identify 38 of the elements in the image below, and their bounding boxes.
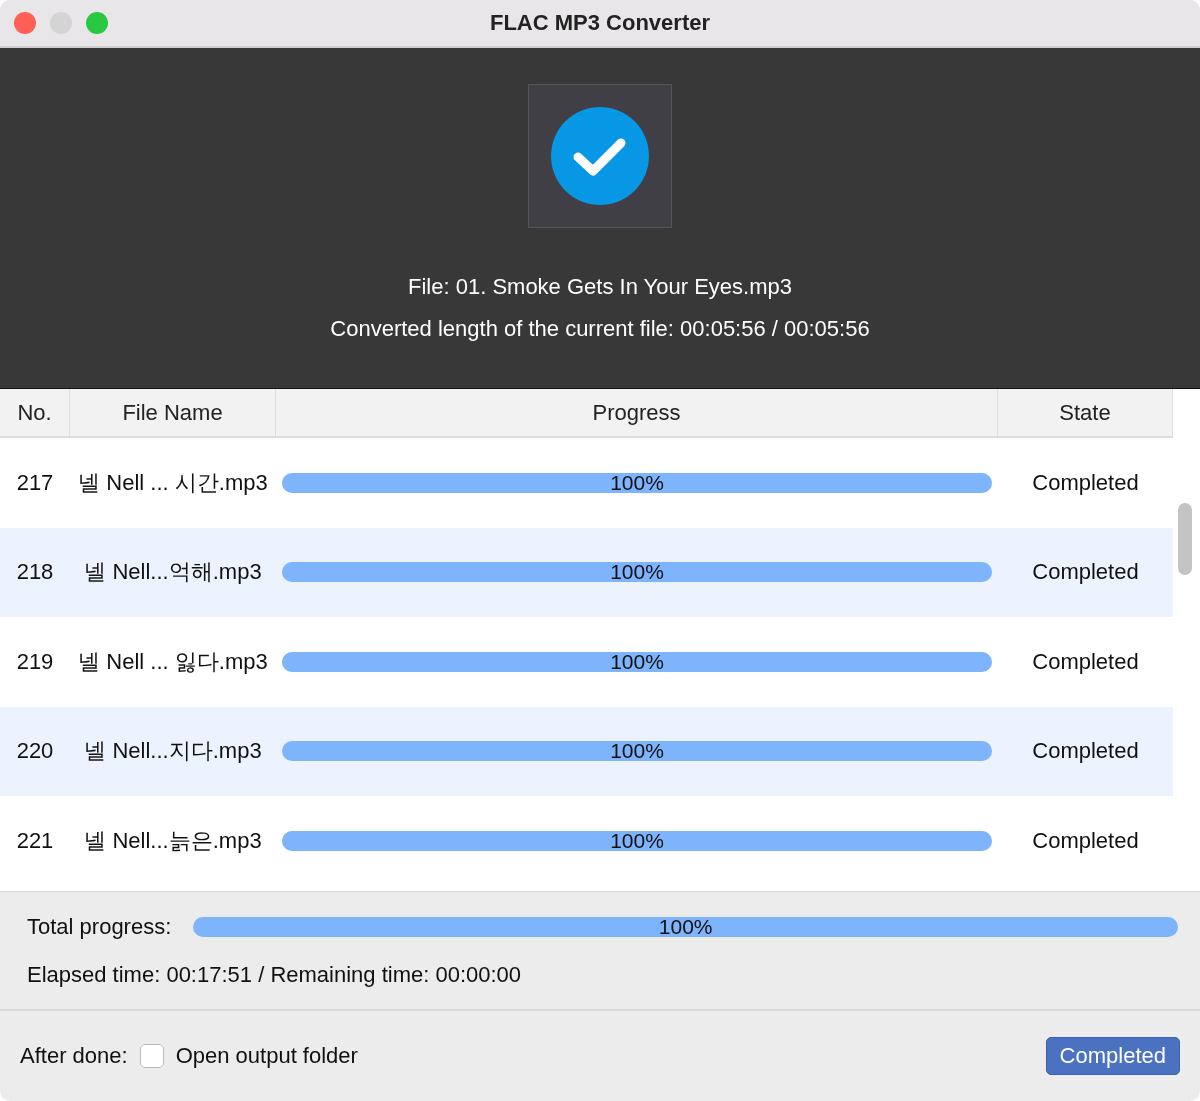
window-title: FLAC MP3 Converter — [490, 10, 710, 36]
progress-percent: 100% — [609, 649, 665, 674]
after-done-label: After done: — [20, 1043, 128, 1069]
table-cell-text: 넬 Nell...늙은.mp3 — [83, 826, 263, 855]
table-cell-text: Completed — [1031, 469, 1140, 496]
table-cell-text: Completed — [1031, 827, 1140, 854]
progress-percent: 100% — [609, 560, 665, 585]
current-file: File: 01. Smoke Gets In Your Eyes.mp3 — [408, 274, 792, 300]
checkmark-icon — [551, 107, 649, 205]
table-cell-text: 넬 Nell ... 잃다.mp3 — [77, 647, 269, 676]
column-header[interactable]: File Name — [70, 389, 276, 436]
table-cell-text: 219 — [15, 648, 55, 675]
scrollbar-thumb[interactable] — [1178, 503, 1192, 575]
total-progress-label: Total progress: — [27, 914, 172, 940]
checkbox[interactable] — [139, 1044, 164, 1068]
table-cell-text: 넬 Nell...억해.mp3 — [83, 558, 263, 587]
zoom-button[interactable] — [86, 12, 108, 34]
time-info: Elapsed time: 00:17:51 / Remaining time: 00:00:00 — [27, 962, 523, 988]
table-cell-text: 218 — [15, 559, 55, 586]
table-cell-text: Completed — [1031, 738, 1140, 765]
progress-percent: 100% — [657, 915, 714, 939]
completed-button[interactable]: Completed — [1045, 1037, 1180, 1075]
progress-percent: 100% — [609, 739, 665, 764]
converted-length: Converted length of the current file: 00:05:56 / 00:05:56 — [330, 316, 870, 342]
table-cell-text: Completed — [1031, 559, 1140, 586]
table-cell-text: 넬 Nell ... 시간.mp3 — [77, 468, 269, 497]
column-header[interactable]: State — [998, 389, 1173, 436]
column-header[interactable]: Progress — [276, 389, 998, 436]
table-cell-text: Completed — [1031, 648, 1140, 675]
table-cell-text: 220 — [15, 738, 55, 765]
column-header[interactable]: No. — [0, 389, 70, 436]
close-button[interactable] — [14, 12, 36, 34]
checkbox-label: Open output folder — [175, 1043, 358, 1069]
progress-percent: 100% — [609, 470, 665, 495]
table-cell-text: 넬 Nell...지다.mp3 — [83, 737, 263, 766]
table-cell-text: 221 — [15, 827, 55, 854]
table-cell-text: 217 — [15, 469, 55, 496]
progress-percent: 100% — [609, 828, 665, 853]
